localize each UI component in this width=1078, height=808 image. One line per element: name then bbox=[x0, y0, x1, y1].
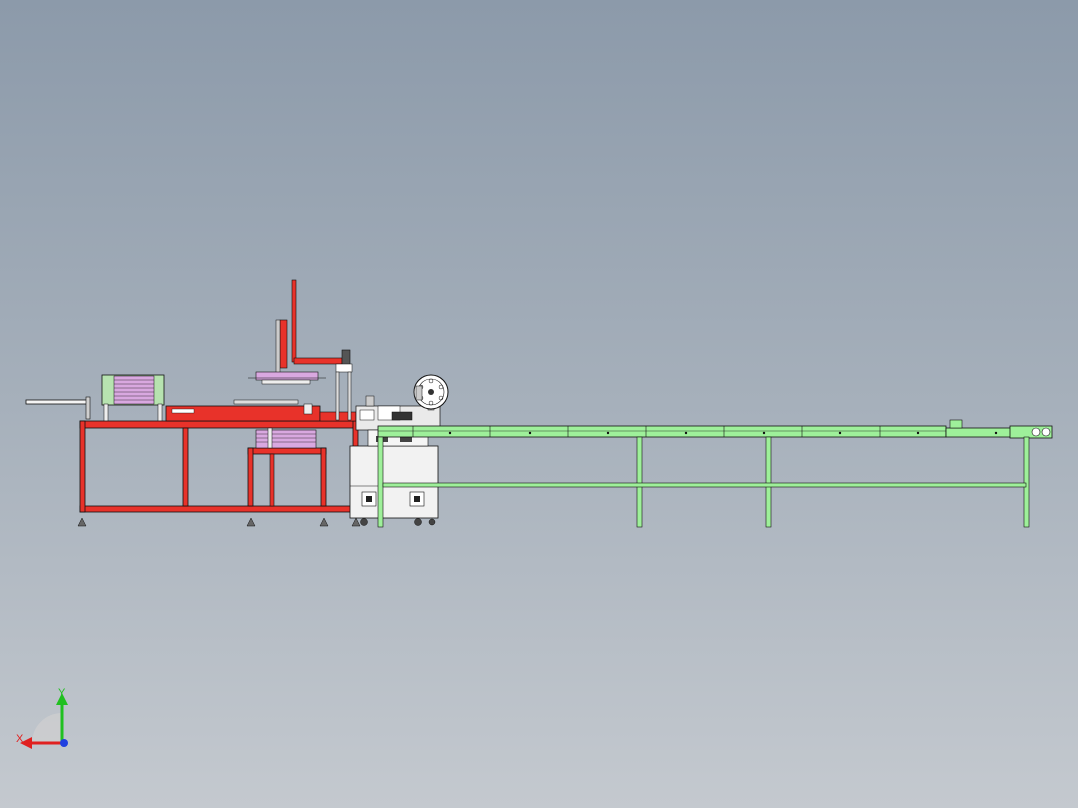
green-conveyor[interactable] bbox=[377, 419, 1053, 439]
assembly-model[interactable] bbox=[0, 0, 1078, 808]
infeed-rod[interactable] bbox=[25, 396, 91, 420]
graphics-viewport[interactable]: X Y bbox=[0, 0, 1078, 808]
leveling-feet bbox=[77, 517, 361, 527]
coordinate-triad: X Y bbox=[10, 685, 80, 755]
gantry-robot[interactable] bbox=[248, 279, 353, 421]
x-axis-label: X bbox=[16, 733, 24, 745]
lower-material-stack[interactable] bbox=[255, 427, 317, 449]
conveyor-legs[interactable] bbox=[377, 436, 1030, 528]
y-axis-label: Y bbox=[58, 687, 66, 699]
label-reel[interactable] bbox=[413, 374, 449, 411]
top-feeder-unit[interactable] bbox=[101, 374, 165, 423]
red-table-top[interactable] bbox=[165, 399, 357, 422]
